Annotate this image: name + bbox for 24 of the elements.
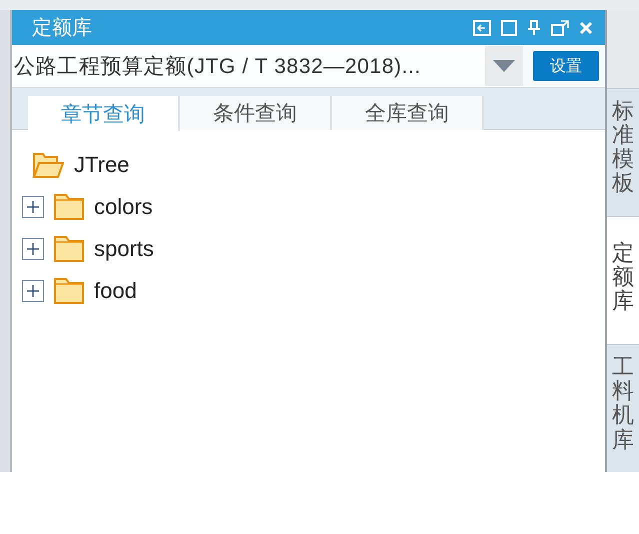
settings-button[interactable]: 设置 <box>533 51 599 81</box>
expand-icon[interactable] <box>22 280 44 302</box>
panel-title: 定额库 <box>32 16 92 41</box>
close-icon[interactable] <box>579 20 593 34</box>
tree-node-label[interactable]: sports <box>94 236 154 262</box>
side-tab[interactable]: 工料机库 <box>607 344 639 472</box>
maximize-icon[interactable] <box>501 20 517 36</box>
folder-icon <box>54 194 84 220</box>
tree-node-label[interactable]: food <box>94 278 137 304</box>
folder-icon <box>54 278 84 304</box>
library-dropdown[interactable]: 公路工程预算定额(JTG / T 3832—2018)... <box>12 45 523 87</box>
folder-icon <box>54 236 84 262</box>
dropdown-arrow-icon <box>493 60 515 72</box>
expand-icon[interactable] <box>22 238 44 260</box>
dock-left-icon[interactable] <box>473 20 491 36</box>
tab[interactable]: 全库查询 <box>332 96 484 130</box>
expand-icon[interactable] <box>22 196 44 218</box>
tab[interactable]: 条件查询 <box>180 96 332 130</box>
tree-node-label[interactable]: colors <box>94 194 153 220</box>
side-tab[interactable]: 标准模板 <box>607 88 639 216</box>
pin-icon[interactable] <box>527 20 541 36</box>
tree-node-label[interactable]: JTree <box>74 152 130 178</box>
side-tab[interactable]: 定额库 <box>607 216 639 344</box>
restore-icon[interactable] <box>551 20 569 36</box>
